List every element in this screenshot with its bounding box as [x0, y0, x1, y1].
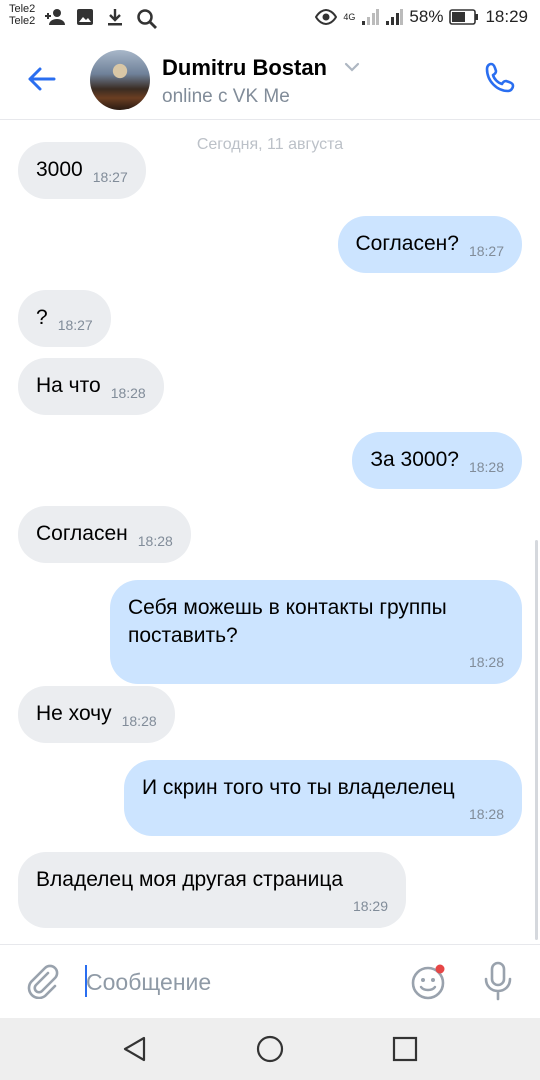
signal-icon-1 [362, 9, 380, 25]
carrier-2: Tele2 [9, 15, 36, 27]
message-time: 18:28 [137, 533, 173, 549]
carrier-1: Tele2 [9, 3, 36, 15]
message-text: И скрин того что ты владелелец [142, 776, 455, 799]
message-text: Согласен? [355, 232, 459, 255]
gallery-icon [77, 9, 93, 25]
message-bubble-outgoing[interactable]: И скрин того что ты владелелец 18:28 [124, 760, 522, 836]
chat-header: Dumitru Bostan online с VK Me [0, 38, 540, 120]
message-bubble-incoming[interactable]: ? 18:27 [18, 290, 111, 347]
message-list[interactable]: Сегодня, 11 августа 3000 18:27 Согласен? 1… [0, 120, 540, 944]
message-bubble-outgoing[interactable]: Согласен? 18:27 [337, 216, 522, 273]
message-time: 18:27 [468, 243, 504, 259]
download-icon [108, 9, 122, 26]
avatar[interactable] [90, 50, 150, 110]
back-arrow-icon[interactable] [24, 62, 58, 96]
message-input[interactable] [86, 965, 386, 999]
message-bubble-incoming[interactable]: Не хочу 18:28 [18, 686, 175, 743]
message-text: Не хочу [36, 702, 112, 725]
mic-icon[interactable] [480, 961, 516, 1001]
message-bubble-incoming[interactable]: Владелец моя другая страница 18:29 [18, 852, 406, 928]
scrollbar[interactable] [535, 540, 538, 940]
eye-icon [315, 9, 338, 25]
message-text: Владелец моя другая страница [36, 868, 344, 891]
message-time: 18:27 [92, 169, 128, 185]
emoji-icon[interactable] [410, 963, 448, 1001]
nav-home-icon[interactable] [255, 1034, 285, 1064]
attach-icon[interactable] [24, 963, 60, 999]
message-time: 18:28 [468, 654, 504, 670]
system-nav-bar [0, 1018, 540, 1080]
phone-icon[interactable] [482, 60, 518, 96]
message-time: 18:27 [57, 317, 93, 333]
chevron-down-icon[interactable] [344, 62, 360, 72]
message-time: 18:28 [468, 459, 504, 475]
message-text: ? [36, 306, 48, 329]
message-composer [0, 944, 540, 1018]
battery-icon [449, 9, 479, 25]
network-type: 4G [343, 11, 356, 22]
message-text: Согласен [36, 522, 128, 545]
message-bubble-incoming[interactable]: Согласен 18:28 [18, 506, 191, 563]
search-icon [137, 9, 157, 29]
message-time: 18:28 [468, 806, 504, 822]
carrier-labels: Tele2 Tele2 [9, 3, 35, 27]
signal-icon-2 [386, 9, 404, 25]
status-right: 4G 58% 18:29 [315, 7, 528, 27]
message-text: За 3000? [370, 448, 459, 471]
message-bubble-incoming[interactable]: 3000 18:27 [18, 142, 146, 199]
message-text: 3000 [36, 158, 83, 181]
battery-percent: 58% [409, 7, 444, 26]
message-bubble-outgoing[interactable]: Себя можешь в контакты группы поставить?… [110, 580, 522, 684]
message-time: 18:28 [110, 385, 146, 401]
presence-status: online с VK Me [162, 86, 290, 107]
message-bubble-incoming[interactable]: На что 18:28 [18, 358, 164, 415]
message-text: Себя можешь в контакты группы поставить? [128, 596, 447, 647]
nav-recents-icon[interactable] [390, 1034, 420, 1064]
nav-back-icon[interactable] [120, 1034, 150, 1064]
message-time: 18:29 [352, 898, 388, 914]
message-bubble-outgoing[interactable]: За 3000? 18:28 [352, 432, 522, 489]
clock: 18:29 [485, 7, 528, 26]
message-text: На что [36, 374, 101, 397]
add-contact-icon [45, 9, 65, 25]
message-time: 18:28 [121, 713, 157, 729]
status-bar: Tele2 Tele2 4G 58% 18:29 [0, 0, 540, 38]
contact-name[interactable]: Dumitru Bostan [162, 55, 327, 81]
